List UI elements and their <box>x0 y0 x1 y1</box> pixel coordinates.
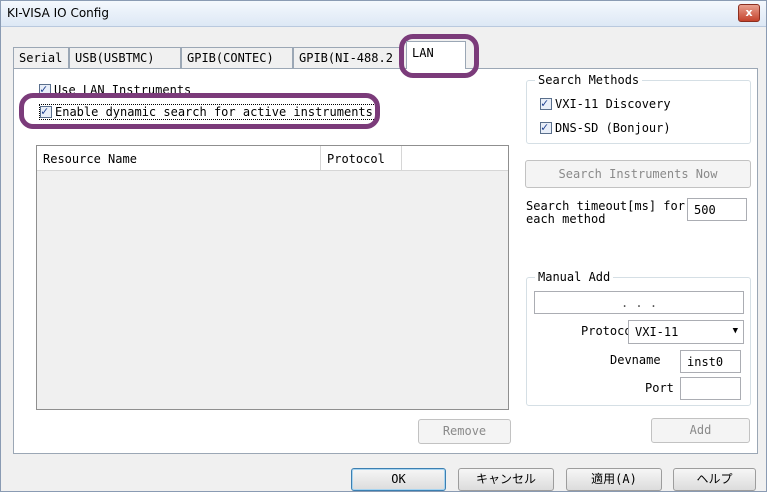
checkbox-checked-icon <box>39 82 51 96</box>
search-methods-title: Search Methods <box>535 73 643 87</box>
help-button[interactable]: ヘルプ <box>673 468 756 491</box>
protocol-value: VXI-11 <box>635 325 679 339</box>
search-instruments-button[interactable]: Search Instruments Now <box>525 160 751 188</box>
remove-button[interactable]: Remove <box>418 419 511 444</box>
chevron-down-icon: ▼ <box>732 326 738 336</box>
devname-label: Devname <box>610 353 661 367</box>
manual-add-title: Manual Add <box>535 270 614 284</box>
checkbox-checked-icon <box>40 104 52 118</box>
dynamic-search-checkbox[interactable]: Enable dynamic search for active instrum… <box>39 104 376 120</box>
timeout-label-line2: each method <box>526 212 606 226</box>
dnssd-checkbox[interactable]: DNS-SD (Bonjour) <box>540 120 671 135</box>
close-button[interactable]: x <box>738 4 760 22</box>
checkbox-checked-icon <box>540 96 552 110</box>
use-lan-label: Use LAN Instruments <box>54 83 192 97</box>
port-input[interactable] <box>680 377 741 400</box>
vxi11-checkbox[interactable]: VXI-11 Discovery <box>540 96 671 111</box>
ok-button[interactable]: OK <box>351 468 446 491</box>
timeout-label-line1: Search timeout[ms] for <box>526 199 685 213</box>
use-lan-checkbox[interactable]: Use LAN Instruments <box>39 82 192 97</box>
devname-input[interactable]: inst0 <box>680 350 741 373</box>
config-window: KI-VISA IO Config x Serial USB(USBTMC) G… <box>0 0 767 492</box>
column-protocol[interactable]: Protocol <box>321 146 402 171</box>
tab-usb[interactable]: USB(USBTMC) <box>69 47 181 69</box>
resource-table[interactable]: Resource Name Protocol <box>36 145 509 410</box>
title-bar: KI-VISA IO Config x <box>1 1 766 27</box>
add-button[interactable]: Add <box>651 418 750 443</box>
protocol-select[interactable]: VXI-11 ▼ <box>628 320 744 344</box>
tab-serial[interactable]: Serial <box>13 47 69 69</box>
cancel-button[interactable]: キャンセル <box>458 468 554 491</box>
table-header: Resource Name Protocol <box>37 146 508 171</box>
tab-lan[interactable]: LAN <box>406 41 466 69</box>
tab-gpib-ni[interactable]: GPIB(NI-488.2 <box>293 47 403 69</box>
column-resource-name[interactable]: Resource Name <box>37 146 321 171</box>
window-title: KI-VISA IO Config <box>7 6 109 20</box>
timeout-input[interactable]: 500 <box>687 198 747 221</box>
tab-gpib-contec[interactable]: GPIB(CONTEC) <box>181 47 293 69</box>
vxi11-label: VXI-11 Discovery <box>555 97 671 111</box>
port-label: Port <box>645 381 674 395</box>
apply-button[interactable]: 適用(A) <box>566 468 662 491</box>
ip-address-input[interactable]: . . . <box>534 291 744 314</box>
checkbox-checked-icon <box>540 120 552 134</box>
dnssd-label: DNS-SD (Bonjour) <box>555 121 671 135</box>
dynamic-search-label: Enable dynamic search for active instrum… <box>55 105 373 119</box>
